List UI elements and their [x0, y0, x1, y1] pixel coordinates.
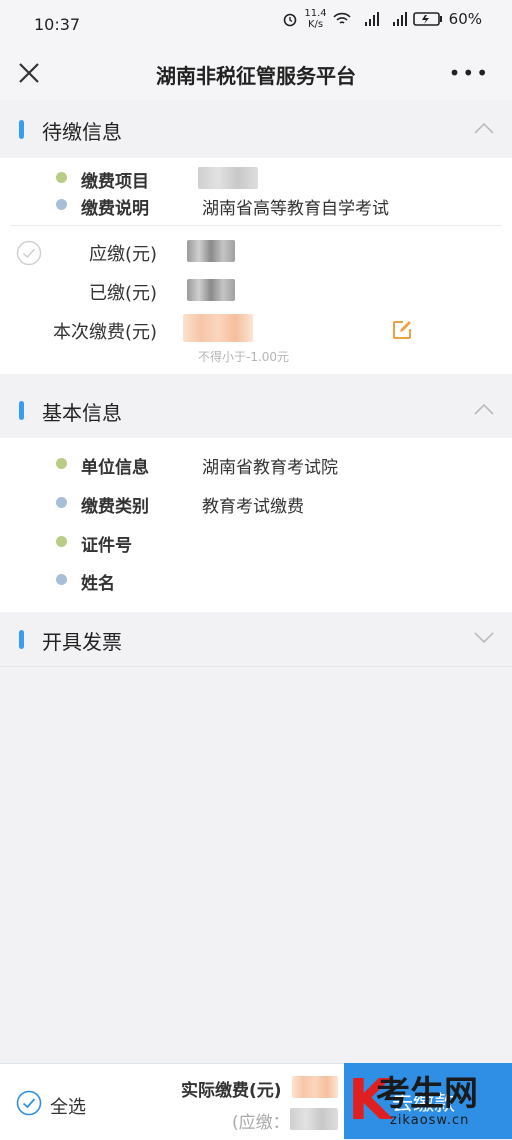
- section-accent-bar: [19, 630, 24, 649]
- status-indicators: 11.4 K/s 60%: [282, 8, 482, 30]
- this-payment-input[interactable]: [183, 314, 253, 342]
- signal-5g-icon: [364, 12, 379, 26]
- status-time: 10:37: [34, 15, 81, 34]
- bullet-dot: [56, 458, 67, 469]
- divider: [10, 225, 502, 226]
- network-speed-value: 11.4: [304, 8, 327, 19]
- basic-info-card: 单位信息 湖南省教育考试院 缴费类别 教育考试缴费 证件号 姓名: [0, 438, 512, 612]
- id-number-label: 证件号: [81, 536, 132, 556]
- actual-payment-redacted: [292, 1076, 338, 1098]
- bottom-bar: 全选 实际缴费(元) (应缴： 去缴款 K 考生网 zikaosw.cn: [0, 1063, 512, 1140]
- more-menu-button[interactable]: •••: [449, 63, 490, 83]
- edit-icon[interactable]: [392, 320, 412, 340]
- paid-amount-label: 已缴(元): [88, 283, 157, 304]
- watermark-text: 考生网: [376, 1074, 478, 1114]
- description-value: 湖南省高等教育自学考试: [202, 199, 389, 219]
- due-summary-redacted: [290, 1108, 338, 1130]
- name-label: 姓名: [81, 574, 115, 594]
- battery-percent: 60%: [448, 10, 482, 28]
- network-speed: 11.4 K/s: [304, 8, 326, 30]
- chevron-up-icon[interactable]: [474, 122, 494, 134]
- description-label: 缴费说明: [81, 199, 149, 219]
- paid-amount-redacted: [187, 279, 235, 301]
- row-unit: 单位信息 湖南省教育考试院: [0, 451, 512, 478]
- bullet-dot: [56, 574, 67, 585]
- row-item: 缴费项目: [0, 165, 512, 192]
- section-accent-bar: [19, 120, 24, 139]
- item-label: 缴费项目: [81, 172, 149, 192]
- watermark-logo: K 考生网 zikaosw.cn: [348, 1069, 510, 1135]
- section-title-pending: 待缴信息: [42, 120, 122, 144]
- bullet-dot: [56, 497, 67, 508]
- item-value-redacted: [198, 167, 258, 189]
- select-all-check-icon[interactable]: [16, 1090, 42, 1116]
- minimum-hint: 不得小于-1.00元: [198, 350, 290, 364]
- row-id-number: 证件号: [0, 529, 512, 556]
- this-payment-label: 本次缴费(元): [52, 322, 157, 343]
- signal-4g-icon: [392, 12, 407, 26]
- section-accent-bar: [19, 401, 24, 420]
- status-bar: 10:37 11.4 K/s 60%: [0, 0, 512, 48]
- due-summary-label: (应缴：: [232, 1113, 290, 1133]
- alarm-icon: [284, 13, 297, 27]
- battery-icon: [412, 12, 442, 26]
- wifi-icon: [333, 12, 351, 24]
- page-title: 湖南非税征管服务平台: [156, 64, 356, 88]
- due-amount-label: 应缴(元): [88, 244, 157, 265]
- chevron-up-icon[interactable]: [474, 403, 494, 415]
- divider: [0, 666, 512, 667]
- bullet-dot: [56, 172, 67, 183]
- section-header-invoice[interactable]: 开具发票: [0, 612, 512, 666]
- section-header-pending[interactable]: 待缴信息: [0, 102, 512, 156]
- chevron-down-icon[interactable]: [474, 632, 494, 644]
- unit-value: 湖南省教育考试院: [202, 458, 338, 478]
- row-category: 缴费类别 教育考试缴费: [0, 490, 512, 517]
- payment-summary: 全选 实际缴费(元) (应缴：: [0, 1063, 344, 1140]
- unit-label: 单位信息: [81, 458, 149, 478]
- category-value: 教育考试缴费: [202, 497, 304, 517]
- pending-card: 缴费项目 缴费说明 湖南省高等教育自学考试 应缴(元) 已缴(元) 本次缴费(元…: [0, 158, 512, 374]
- due-amount-redacted: [187, 240, 235, 262]
- bullet-dot: [56, 536, 67, 547]
- section-header-basic[interactable]: 基本信息: [0, 383, 512, 437]
- category-label: 缴费类别: [81, 497, 149, 517]
- nav-bar: 湖南非税征管服务平台 •••: [0, 48, 512, 100]
- row-description: 缴费说明 湖南省高等教育自学考试: [0, 192, 512, 219]
- watermark-url: zikaosw.cn: [390, 1113, 470, 1128]
- check-circle-icon[interactable]: [16, 240, 42, 266]
- section-title-invoice: 开具发票: [42, 630, 122, 654]
- select-all-label[interactable]: 全选: [50, 1093, 86, 1119]
- section-title-basic: 基本信息: [42, 401, 122, 425]
- bullet-dot: [56, 199, 67, 210]
- network-speed-unit: K/s: [307, 19, 324, 30]
- actual-payment-label: 实际缴费(元): [181, 1081, 282, 1101]
- row-name: 姓名: [0, 567, 512, 594]
